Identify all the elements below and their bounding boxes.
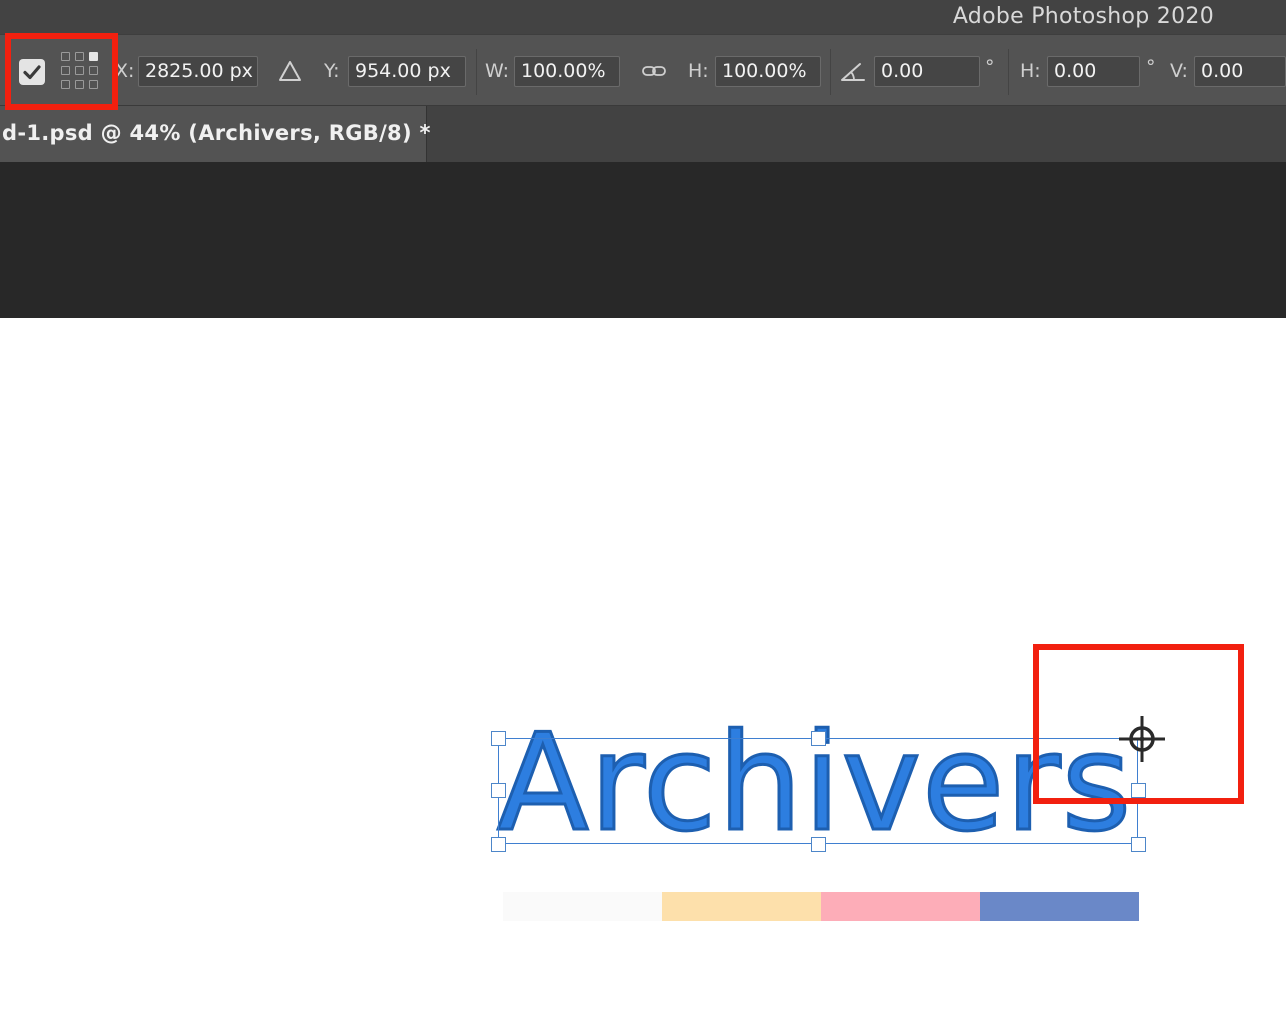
link-icon[interactable] xyxy=(640,53,668,89)
handle-top-center[interactable] xyxy=(811,731,826,746)
handle-middle-left[interactable] xyxy=(491,783,506,798)
highlight-box-reference-point-controls xyxy=(5,33,118,110)
highlight-box-reference-point-crosshair xyxy=(1033,644,1244,804)
skew-h-unit: ° xyxy=(1146,56,1156,78)
document-tab-bar: d-1.psd @ 44% (Archivers, RGB/8) * xyxy=(0,106,1286,162)
handle-bottom-left[interactable] xyxy=(491,837,506,852)
handle-top-left[interactable] xyxy=(491,731,506,746)
app-title: Adobe Photoshop 2020 xyxy=(952,4,1214,29)
y-label: Y: xyxy=(324,60,340,82)
skew-v-label: V: xyxy=(1170,60,1188,82)
pasteboard xyxy=(0,162,1286,318)
relative-positioning-icon[interactable] xyxy=(276,53,304,89)
y-position-input[interactable]: 954.00 px xyxy=(348,56,466,87)
skew-h-label: H: xyxy=(1020,60,1041,82)
document-tab-label: d-1.psd @ 44% (Archivers, RGB/8) * xyxy=(2,121,431,145)
separator xyxy=(830,49,831,95)
rotate-angle-input[interactable]: 0.00 xyxy=(874,56,980,87)
height-input[interactable]: 100.00% xyxy=(715,56,821,87)
swatch-3 xyxy=(821,892,980,921)
x-position-input[interactable]: 2825.00 px xyxy=(138,56,258,87)
skew-horizontal-input[interactable]: 0.00 xyxy=(1047,56,1140,87)
title-bar: Adobe Photoshop 2020 xyxy=(0,0,1286,34)
swatch-2 xyxy=(662,892,821,921)
width-input[interactable]: 100.00% xyxy=(514,56,620,87)
handle-bottom-center[interactable] xyxy=(811,837,826,852)
rotate-angle-icon xyxy=(841,63,865,81)
handle-bottom-right[interactable] xyxy=(1131,837,1146,852)
swatch-4 xyxy=(980,892,1139,921)
separator xyxy=(476,49,477,95)
swatch-1 xyxy=(503,892,662,921)
separator xyxy=(1008,49,1009,95)
document-tab[interactable]: d-1.psd @ 44% (Archivers, RGB/8) * xyxy=(0,106,430,162)
transform-options-bar: X: 2825.00 px Y: 954.00 px W: 100.00% H:… xyxy=(0,34,1286,106)
skew-vertical-input[interactable]: 0.00 xyxy=(1194,56,1286,87)
h-label: H: xyxy=(688,60,709,82)
w-label: W: xyxy=(485,60,510,82)
color-swatch-strip xyxy=(503,892,1139,921)
angle-unit: ° xyxy=(985,56,995,78)
